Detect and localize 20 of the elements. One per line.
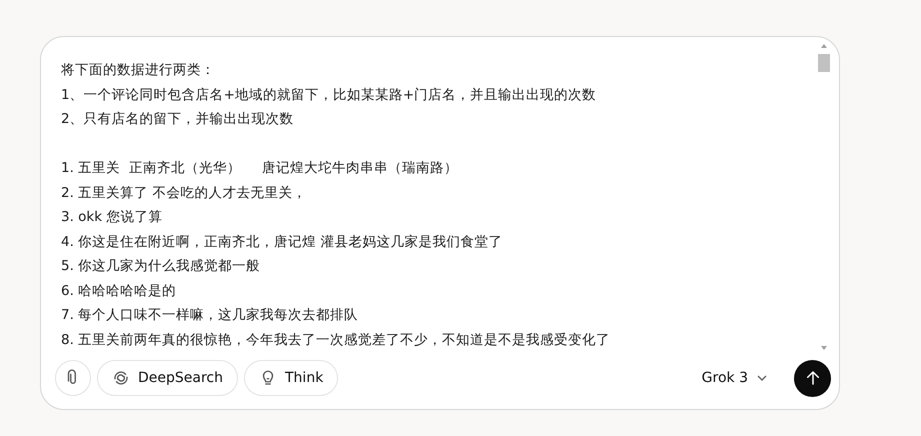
model-selector[interactable]: Grok 3 (696, 369, 774, 387)
prompt-line: 2、只有店名的留下，并输出出现次数 (61, 110, 295, 129)
attach-button[interactable] (55, 360, 91, 396)
prompt-line: 1. 五里关 正南齐北（光华） 唐记煌大坨牛肉串串（瑞南路） (61, 159, 460, 178)
prompt-line: 3. okk 您说了算 (61, 208, 164, 227)
scrollbar-thumb[interactable] (818, 54, 830, 72)
prompt-line: 5. 你这几家为什么我感觉都一般 (61, 257, 262, 276)
prompt-line: 1、一个评论同时包含店名+地域的就留下，比如某某路+门店名，并且输出出现的次数 (61, 86, 598, 104)
scroll-up-icon[interactable] (820, 43, 828, 49)
send-button[interactable] (794, 360, 831, 396)
prompt-line: 8. 五里关前两年真的很惊艳，今年我去了一次感觉差了不少，不知道是不是我感受变化了 (61, 330, 612, 350)
swirl-icon (112, 369, 130, 387)
prompt-line: 7. 每个人口味不一样嘛，这几家我每次去都排队 (61, 306, 360, 325)
prompt-line: 4. 你这是住在附近啊，正南齐北，唐记煌 灌县老妈这几家是我们食堂了 (61, 232, 504, 252)
mode-button[interactable]: Think (244, 360, 338, 396)
prompt-line: 将下面的数据进行两类： (61, 61, 216, 80)
scroll-down-icon[interactable] (820, 345, 828, 351)
prompt-line: 6. 哈哈哈哈哈是的 (61, 282, 178, 300)
prompt-line: 2. 五里关算了 不会吃的人才去无里关， (61, 184, 308, 202)
mode-button[interactable]: DeepSearch (97, 360, 238, 396)
